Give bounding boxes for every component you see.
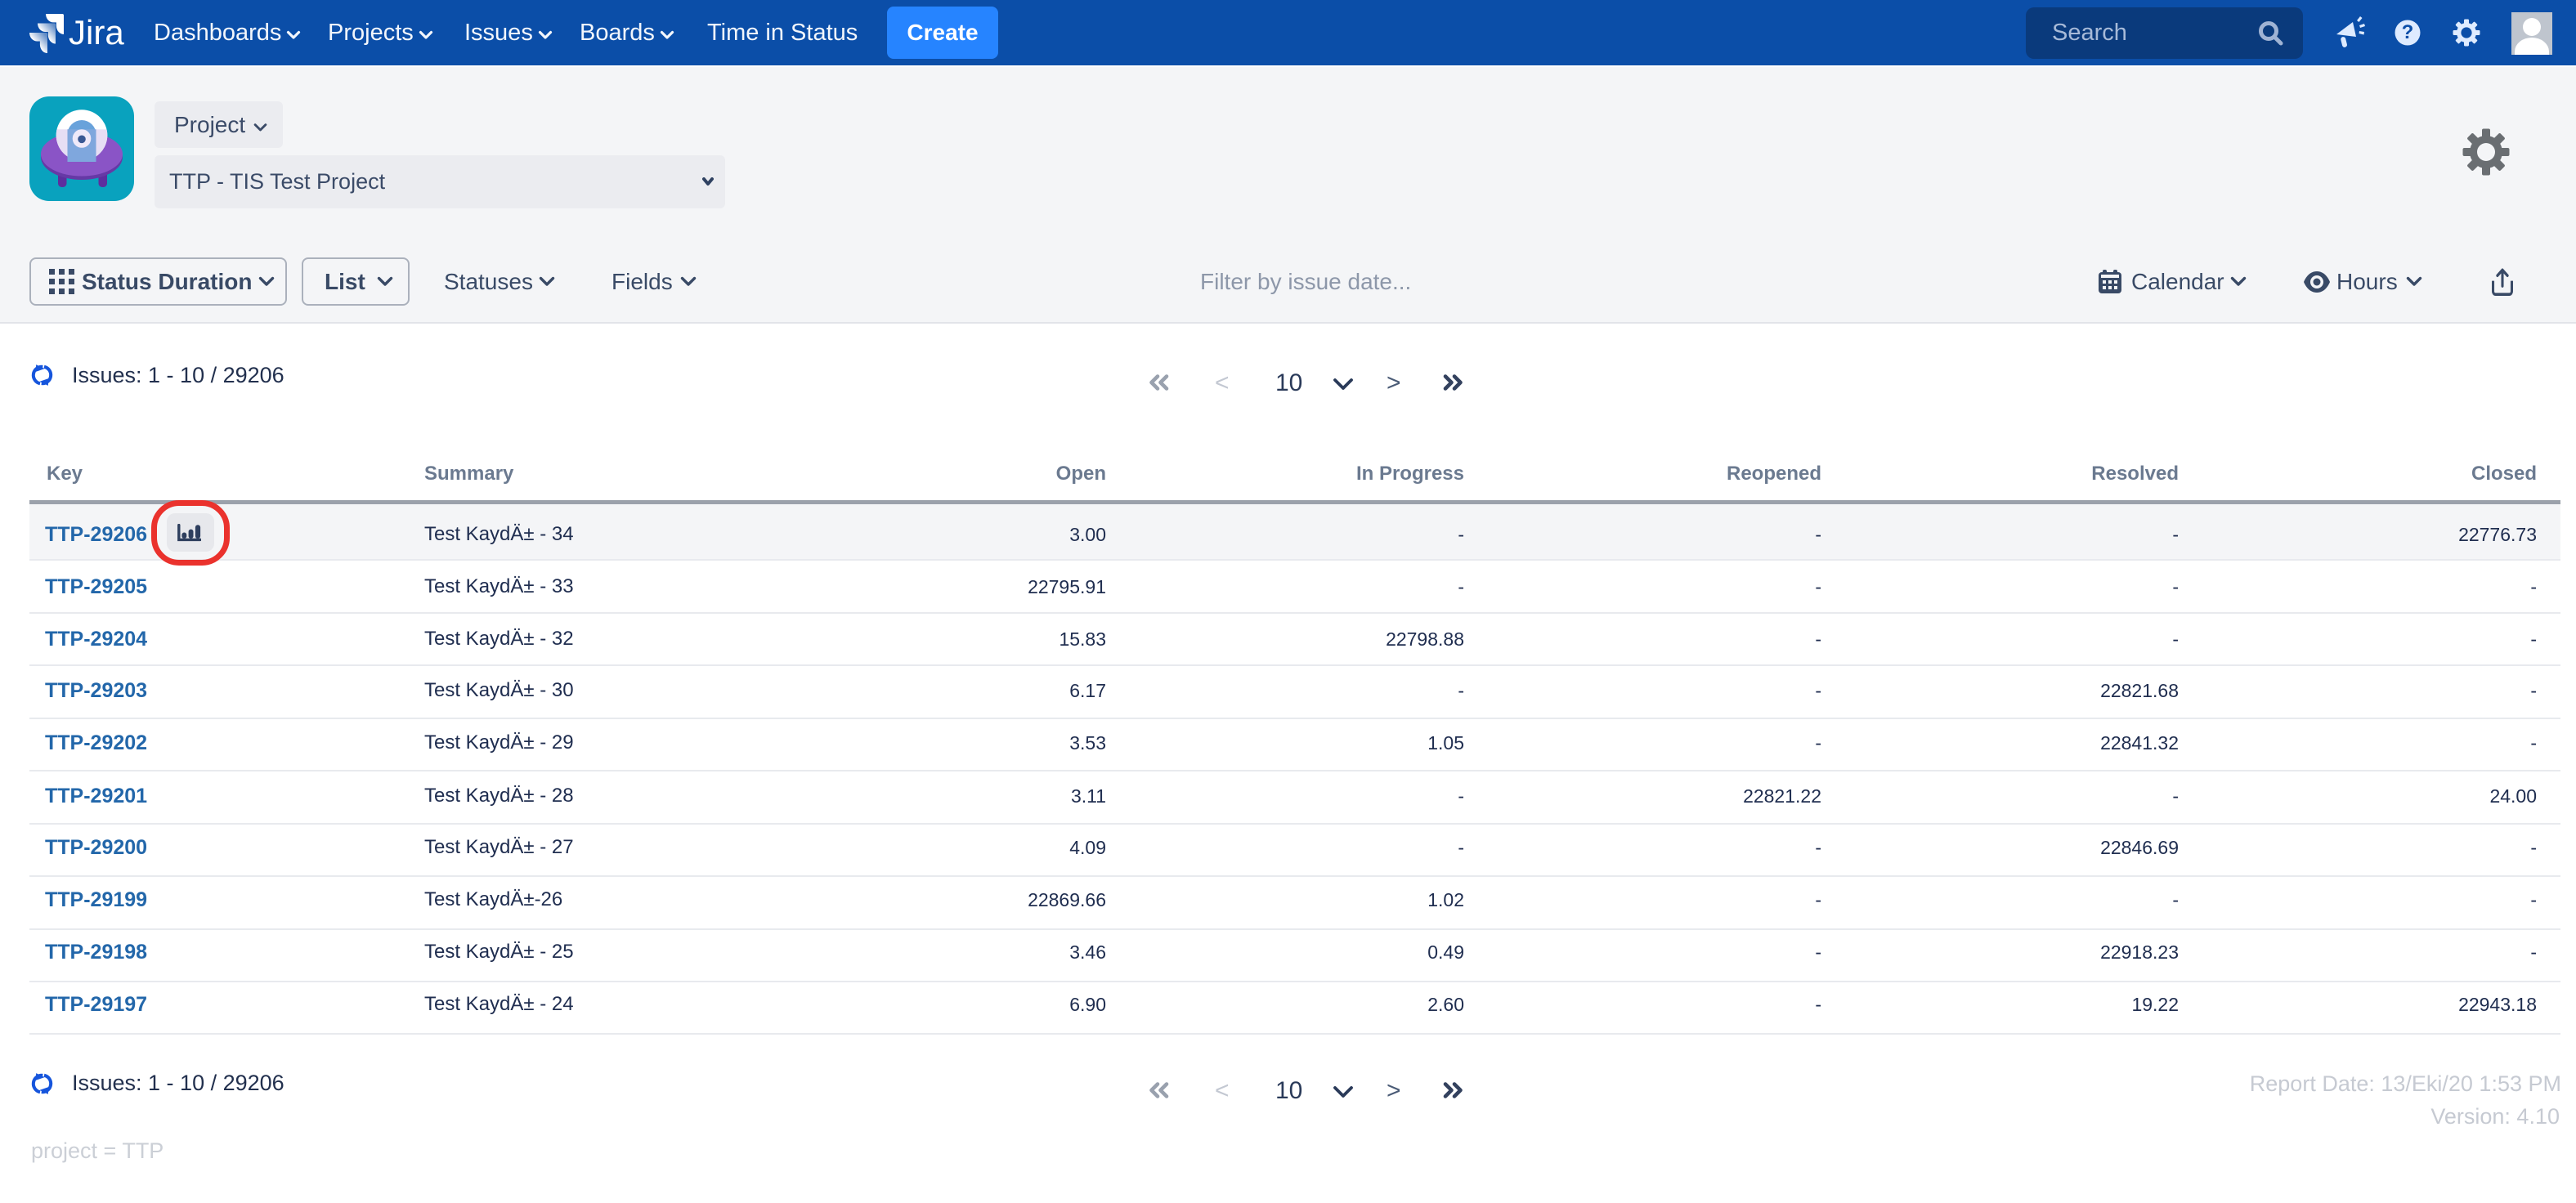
svg-text:?: ? xyxy=(2402,21,2414,43)
